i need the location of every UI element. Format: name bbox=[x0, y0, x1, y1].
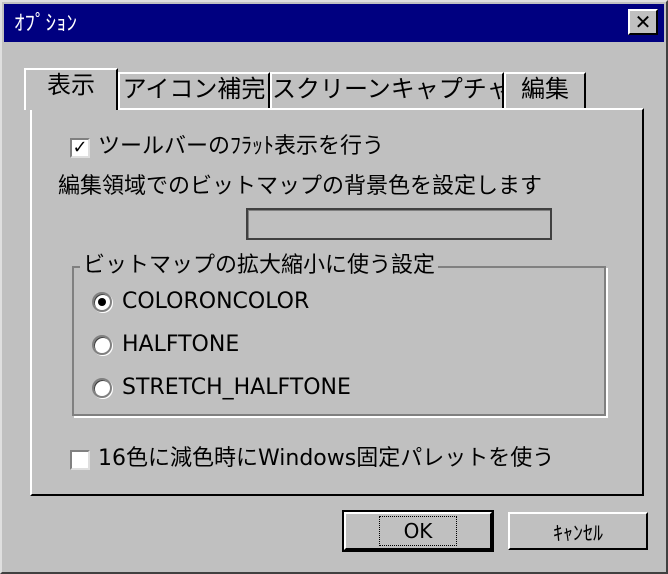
checkmark-icon: ✓ bbox=[72, 137, 88, 158]
title-bar[interactable]: ｵﾌﾟｼｮﾝ ✕ bbox=[4, 4, 664, 42]
radio-halftone-label: HALFTONE bbox=[122, 332, 240, 357]
ok-button[interactable]: OK bbox=[342, 510, 494, 552]
tab-edit-label: 編集 bbox=[521, 75, 569, 103]
scaling-groupbox: ビットマップの拡大縮小に使う設定 COLORONCOLOR HALFTONE S… bbox=[72, 252, 606, 416]
bg-color-label: 編集領域でのビットマップの背景色を設定します bbox=[58, 174, 543, 199]
cancel-button[interactable]: ｷｬﾝｾﾙ bbox=[508, 512, 648, 550]
flat-toolbar-label: ツールバーのﾌﾗｯﾄ表示を行う bbox=[98, 134, 385, 159]
tab-display-label: 表示 bbox=[47, 71, 95, 99]
fixed-palette-checkbox[interactable] bbox=[70, 450, 90, 470]
tab-panel-display: ✓ ツールバーのﾌﾗｯﾄ表示を行う 編集領域でのビットマップの背景色を設定します… bbox=[30, 108, 644, 496]
radio-stretch-halftone[interactable] bbox=[92, 378, 112, 398]
flat-toolbar-checkbox[interactable]: ✓ bbox=[70, 138, 90, 158]
tab-icon-completion-label: アイコン補完 bbox=[122, 75, 266, 103]
close-button[interactable]: ✕ bbox=[628, 9, 658, 35]
radio-coloroncolor[interactable] bbox=[92, 292, 112, 312]
tab-icon-completion[interactable]: アイコン補完 bbox=[118, 72, 270, 110]
radio-halftone[interactable] bbox=[92, 335, 112, 355]
cancel-button-label: ｷｬﾝｾﾙ bbox=[553, 520, 603, 545]
tab-edit[interactable]: 編集 bbox=[504, 72, 586, 110]
radio-coloroncolor-label: COLORONCOLOR bbox=[122, 289, 310, 314]
ok-button-label: OK bbox=[378, 516, 458, 546]
tab-screen-capture-label: スクリーンキャプチャ bbox=[272, 75, 511, 103]
radio-selected-dot bbox=[98, 298, 106, 306]
fixed-palette-label: 16色に減色時にWindows固定パレットを使う bbox=[98, 446, 555, 471]
close-icon: ✕ bbox=[634, 10, 652, 34]
tab-display[interactable]: 表示 bbox=[24, 68, 118, 110]
radio-stretch-halftone-label: STRETCH_HALFTONE bbox=[122, 375, 351, 400]
scaling-group-caption: ビットマップの拡大縮小に使う設定 bbox=[80, 252, 439, 280]
bg-color-swatch[interactable] bbox=[246, 208, 552, 240]
tab-screen-capture[interactable]: スクリーンキャプチャ bbox=[270, 72, 511, 110]
window-title: ｵﾌﾟｼｮﾝ bbox=[14, 11, 77, 35]
